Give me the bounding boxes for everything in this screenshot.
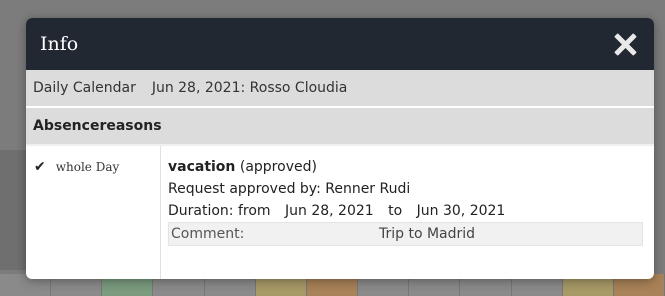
date-person: Jun 28, 2021: Rosso Cloudia: [151, 80, 348, 96]
absence-status: (approved): [239, 159, 317, 175]
calendar-name: Daily Calendar: [33, 80, 136, 96]
comment-value: Trip to Madrid: [379, 226, 476, 242]
entry-time: whole Day: [55, 160, 120, 174]
section-title: Absencereasons: [26, 108, 654, 146]
approved-by: Request approved by: Renner Rudi: [168, 181, 411, 197]
comment-row: Comment: Trip to Madrid: [168, 222, 643, 246]
comment-label: Comment:: [171, 226, 245, 242]
calendar-subheader: Daily Calendar Jun 28, 2021: Rosso Cloud…: [26, 70, 654, 108]
date-to: Jun 30, 2021: [416, 203, 506, 219]
reason-line: vacation (approved): [168, 156, 648, 178]
close-icon[interactable]: [614, 33, 636, 55]
checkmark-icon: ✔: [34, 159, 46, 175]
absence-reason: vacation: [168, 159, 236, 175]
absence-entry: ✔ whole Day vacation (approved) Request …: [26, 146, 654, 279]
dialog-title: Info: [40, 33, 79, 55]
duration-prefix: Duration: from: [168, 203, 271, 219]
info-dialog: Info Daily Calendar Jun 28, 2021: Rosso …: [26, 18, 654, 279]
duration-line: Duration: from Jun 28, 2021 to Jun 30, 2…: [168, 200, 648, 222]
entry-time-cell: ✔ whole Day: [26, 146, 161, 279]
date-to-separator: to: [388, 203, 403, 219]
date-from: Jun 28, 2021: [285, 203, 374, 219]
entry-details: vacation (approved) Request approved by:…: [161, 146, 654, 279]
dialog-header: Info: [26, 18, 654, 70]
background-calendar-edge: [0, 150, 26, 270]
